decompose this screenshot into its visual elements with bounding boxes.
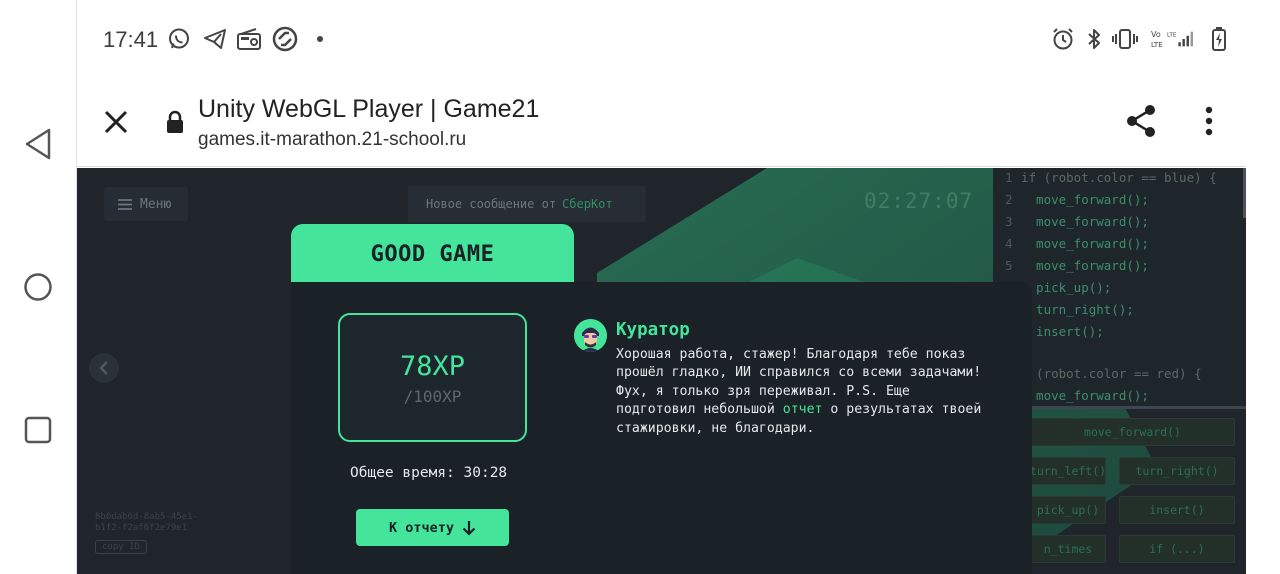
sync-icon <box>272 26 298 52</box>
browser-header: Unity WebGL Player | Game21 games.it-mar… <box>77 78 1246 167</box>
hamburger-icon <box>118 198 132 210</box>
game-timer: 02:27:07 <box>864 189 974 213</box>
page-title: Unity WebGL Player | Game21 <box>198 95 540 123</box>
result-modal: 78XP /100XP Общее время: 30:28 К отчету … <box>291 282 1032 574</box>
total-time: Общее время: 30:28 <box>350 465 507 481</box>
more-options-icon[interactable] <box>1195 103 1223 139</box>
curator-message: Хорошая работа, стажер! Благодаря тебе п… <box>616 346 986 438</box>
command-pick-up[interactable]: pick_up() <box>1030 496 1106 524</box>
android-nav-bar <box>0 0 77 574</box>
user-id: 8b0dab0d-8ab5-45e1-b1f2-f2af6f2e79e1 <box>95 512 198 533</box>
svg-text:LTE: LTE <box>1167 33 1177 39</box>
vibrate-icon <box>1112 26 1138 52</box>
new-message-notification[interactable]: Новое сообщение от СберКот <box>408 186 646 222</box>
share-icon[interactable] <box>1123 103 1159 139</box>
code-scrollbar[interactable] <box>1243 168 1246 218</box>
recents-nav-icon[interactable] <box>20 412 56 448</box>
code-line: 1 if (robot.color == blue) { <box>1005 170 1217 185</box>
xp-value: 78XP <box>399 351 466 382</box>
signal-icon: LTE <box>1167 26 1193 52</box>
xp-max: /100XP <box>403 387 462 406</box>
command-move-forward[interactable]: move_forward() <box>1030 418 1235 446</box>
curator-name: Куратор <box>616 320 690 340</box>
arrow-down-icon <box>462 520 476 536</box>
battery-icon <box>1206 26 1232 52</box>
back-nav-icon[interactable] <box>20 126 56 162</box>
code-line: 2 move_forward(); <box>1005 192 1149 207</box>
chevron-left-icon <box>99 361 108 375</box>
command-turn-left[interactable]: turn_left() <box>1030 457 1106 485</box>
clock-time: 17:41 <box>103 27 159 52</box>
alarm-icon <box>1050 26 1076 52</box>
xp-score-card: 78XP /100XP <box>338 313 527 442</box>
svg-text:LTE: LTE <box>1151 41 1163 49</box>
code-line: (robot.color == red) { <box>1021 366 1202 381</box>
telegram-icon <box>202 26 228 52</box>
radio-icon <box>236 26 262 52</box>
page-url[interactable]: games.it-marathon.21-school.ru <box>198 129 466 151</box>
close-icon[interactable] <box>99 105 133 139</box>
menu-label: Меню <box>140 196 172 212</box>
copy-id-button[interactable]: copy ID <box>95 540 147 554</box>
command-if[interactable]: if (...) <box>1119 535 1235 563</box>
previous-button[interactable] <box>89 353 119 383</box>
message-sender: СберКот <box>562 197 613 211</box>
curator-avatar <box>574 319 607 352</box>
report-button[interactable]: К отчету <box>356 509 509 546</box>
modal-title-tab: GOOD GAME <box>291 224 574 284</box>
command-n-times[interactable]: n_times <box>1030 535 1106 563</box>
report-link[interactable]: отчет <box>783 402 823 417</box>
command-turn-right[interactable]: turn_right() <box>1119 457 1235 485</box>
command-insert[interactable]: insert() <box>1119 496 1235 524</box>
svg-text:Vo: Vo <box>1151 30 1161 39</box>
screen-edge <box>1246 0 1280 574</box>
dot-icon <box>307 26 333 52</box>
code-line: 4 move_forward(); <box>1005 236 1149 251</box>
total-time-label: Общее время: <box>350 465 455 481</box>
message-prefix: Новое сообщение от <box>426 197 557 211</box>
lock-icon <box>163 108 187 136</box>
game-viewport[interactable]: Меню Новое сообщение от СберКот 02:27:07… <box>77 168 1246 574</box>
bluetooth-icon <box>1081 26 1107 52</box>
status-bar: 17:41 Vo LTE LTE <box>77 0 1246 78</box>
code-line: 5 move_forward(); <box>1005 258 1149 273</box>
total-time-value: 30:28 <box>463 465 508 481</box>
whatsapp-icon <box>166 26 192 52</box>
code-line: 3 move_forward(); <box>1005 214 1149 229</box>
home-nav-icon[interactable] <box>20 269 56 305</box>
report-button-label: К отчету <box>388 519 455 536</box>
menu-button[interactable]: Меню <box>104 187 188 221</box>
